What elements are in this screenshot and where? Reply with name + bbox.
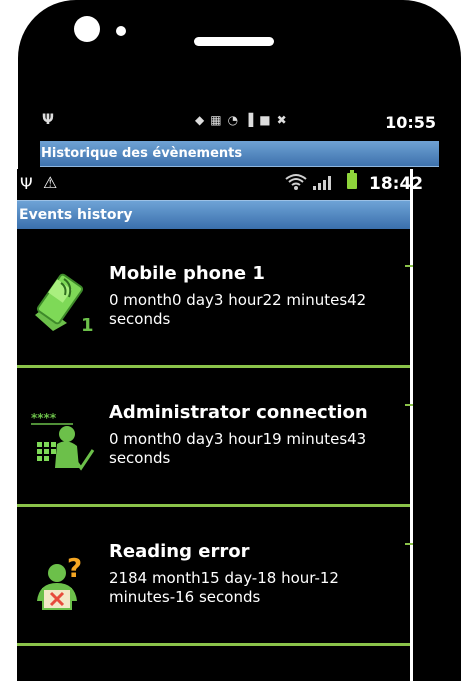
status-clock: 18:42 (369, 174, 424, 194)
item-tick (405, 265, 413, 267)
event-description: 0 month0 day3 hour19 minutes43 seconds (109, 430, 367, 467)
speaker-grille (194, 37, 274, 46)
battery-icon (347, 170, 357, 189)
warning-icon: ⚠ (43, 173, 58, 192)
background-status-icons: ◆▦◔▐■✖ (195, 113, 293, 127)
item-tick (405, 543, 413, 545)
event-description: 0 month0 day3 hour22 minutes42 seconds (109, 291, 367, 328)
background-usb-icon: Ψ (42, 112, 54, 128)
item-tick (405, 404, 413, 406)
app-screen: Ψ ⚠ 18:42 Events history 1 Mobile phone … (17, 169, 423, 681)
item-separator (17, 643, 410, 646)
event-name: Administrator connection (109, 402, 368, 423)
page-title: Events history (17, 200, 410, 229)
event-description: 2184 month15 day-18 hour-12 minutes-16 s… (109, 569, 339, 606)
list-item[interactable]: **** Administrator connection 0 month0 d… (17, 368, 413, 507)
administrator-keypad-icon: **** (31, 411, 95, 471)
usb-icon: Ψ (20, 174, 33, 193)
event-name: Mobile phone 1 (109, 263, 265, 284)
svg-text:?: ? (67, 554, 82, 584)
svg-text:1: 1 (81, 315, 94, 335)
mobile-phone-icon: 1 (35, 273, 94, 335)
signal-icon (313, 176, 331, 190)
wifi-icon (285, 174, 307, 190)
background-clock: 10:55 (385, 113, 436, 132)
svg-text:****: **** (31, 411, 57, 425)
camera-icon (74, 16, 100, 42)
event-name: Reading error (109, 541, 250, 562)
list-item[interactable]: ? Reading error 2184 month15 day-18 hour… (17, 507, 413, 646)
events-list: 1 Mobile phone 1 0 month0 day3 hour22 mi… (17, 229, 413, 646)
sensor-dot (116, 26, 126, 36)
background-status-bar: Ψ ◆▦◔▐■✖ 10:55 (40, 112, 438, 136)
status-bar: Ψ ⚠ 18:42 (17, 169, 423, 200)
background-title-bar: Historique des évènements (40, 141, 439, 167)
reading-error-icon: ? (37, 554, 82, 610)
list-item[interactable]: 1 Mobile phone 1 0 month0 day3 hour22 mi… (17, 229, 413, 368)
